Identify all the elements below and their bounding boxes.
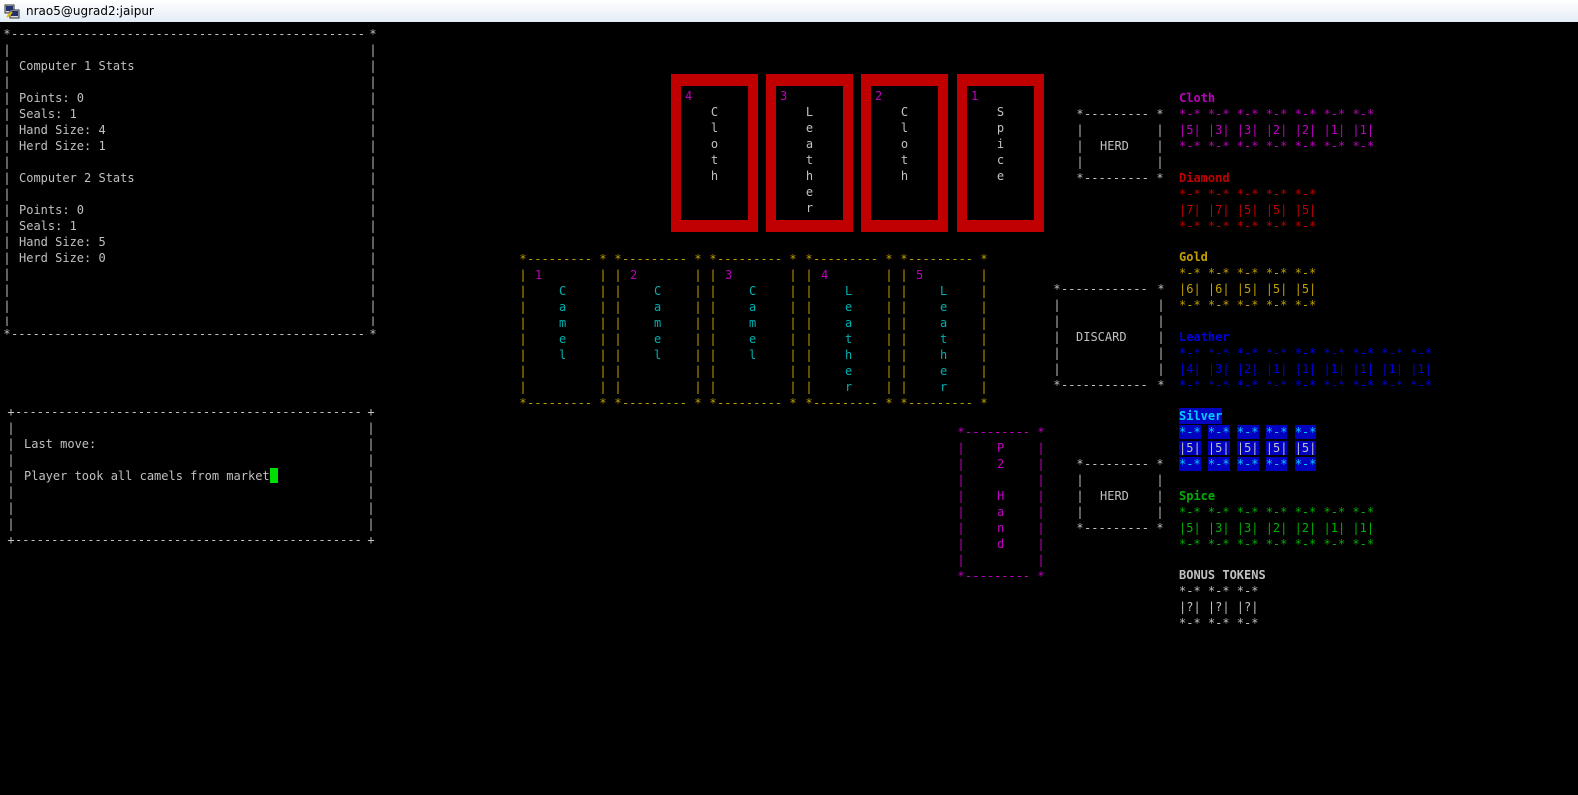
bonus-tokens-values: |?| |?| |?| [1179,600,1259,614]
discard-label: DISCARD [1076,330,1127,344]
diamond-tokens-bottom: *-* *-* *-* *-* *-* [1179,219,1317,233]
silver-token: *-* [1207,425,1230,439]
bonus-tokens-label: BONUS TOKENS [1179,568,1266,582]
market-card-number: 4 [685,89,693,103]
hand-card-good: L e a t h e r [845,284,853,394]
last-move-message: Player took all camels from market [24,469,270,483]
spice-tokens-bottom: *-* *-* *-* *-* *-* *-* *-* [1179,537,1375,551]
silver-token: |5| [1265,441,1288,455]
silver-token: *-* [1207,457,1230,471]
silver-tokens-row: *-* *-* *-* *-* *-* [1179,424,1317,440]
gold-tokens-top: *-* *-* *-* *-* *-* [1179,266,1317,280]
hand-card-number: 5 [916,268,924,282]
market-card-good: L e a t h e r [805,105,814,215]
diamond-tokens-label: Diamond [1179,171,1230,185]
silver-token: *-* [1179,425,1201,439]
silver-tokens-row: *-* *-* *-* *-* *-* [1179,456,1317,472]
last-move-text: Player took all camels from market [24,468,278,484]
hand-card-number: 4 [821,268,829,282]
leather-tokens-values: |4| |3| |2| |1| |1| |1| |1| |1| |1| [1179,362,1432,376]
market-card[interactable]: 1 S p i c e [957,74,1044,232]
market-card-good: C l o t h [710,105,719,183]
c1-hand-size: Hand Size: 4 [19,123,106,137]
hand-card-good: L e a t h e r [940,284,948,394]
hand-card-good: C a m e l [749,284,757,362]
market-card[interactable]: 3 L e a t h e r [766,74,853,232]
bonus-tokens-bottom: *-* *-* *-* [1179,616,1259,630]
silver-tokens-stack: *-* *-* *-* *-* *-* |5| |5| |5| |5| |5| *-… [1179,424,1317,472]
market-card-good: S p i c e [996,105,1005,183]
cloth-tokens-bottom: *-* *-* *-* *-* *-* *-* *-* [1179,139,1375,153]
c1-herd-size: Herd Size: 1 [19,139,106,153]
herd-top-label: HERD [1100,139,1129,153]
hand-card-number: 1 [535,268,543,282]
c2-stats-header: Computer 2 Stats [19,171,135,185]
market-card-number: 1 [971,89,979,103]
c1-stats-header: Computer 1 Stats [19,59,135,73]
p2-hand-label: P 2 H a n d [997,441,1005,551]
c2-seals: Seals: 1 [19,219,77,233]
spice-tokens-values: |5| |3| |3| |2| |2| |1| |1| [1179,521,1375,535]
hand-card-good: C a m e l [559,284,567,362]
c2-hand-size: Hand Size: 5 [19,235,106,249]
putty-icon [4,4,20,19]
leather-tokens-top: *-* *-* *-* *-* *-* *-* *-* *-* *-* [1179,346,1432,360]
silver-token: *-* [1265,457,1288,471]
gold-tokens-label: Gold [1179,250,1208,264]
gold-tokens-bottom: *-* *-* *-* *-* *-* [1179,298,1317,312]
silver-token: |5| [1179,441,1201,455]
market-card[interactable]: 4 C l o t h [671,74,758,232]
market-card[interactable]: 2 C l o t h [861,74,948,232]
silver-token: *-* [1294,425,1317,439]
hand-card-good: C a m e l [654,284,662,362]
gold-tokens-values: |6| |6| |5| |5| |5| [1179,282,1317,296]
c1-seals: Seals: 1 [19,107,77,121]
silver-tokens-label: Silver [1179,408,1223,424]
c2-herd-size: Herd Size: 0 [19,251,106,265]
bonus-tokens-top: *-* *-* *-* [1179,584,1259,598]
silver-token: |5| [1236,441,1259,455]
leather-tokens-label: Leather [1179,330,1230,344]
silver-token: *-* [1294,457,1317,471]
leather-tokens-bottom: *-* *-* *-* *-* *-* *-* *-* *-* *-* [1179,378,1432,392]
cloth-tokens-values: |5| |3| |3| |2| |2| |1| |1| [1179,123,1375,137]
silver-token: |5| [1207,441,1230,455]
window-titlebar: nrao5@ugrad2:jaipur [0,0,1578,23]
silver-token: *-* [1265,425,1288,439]
last-move-label: Last move: [24,437,97,451]
c1-points: Points: 0 [19,91,85,105]
c2-points: Points: 0 [19,203,85,217]
market-card-number: 2 [875,89,883,103]
window-title: nrao5@ugrad2:jaipur [26,4,154,18]
hand-card-number: 2 [630,268,638,282]
silver-tokens-row: |5| |5| |5| |5| |5| [1179,440,1317,456]
cloth-tokens-label: Cloth [1179,91,1216,105]
terminal-cursor [269,468,278,483]
market-card-good: C l o t h [900,105,909,183]
diamond-tokens-values: |7| |7| |5| |5| |5| [1179,203,1317,217]
silver-token: *-* [1236,425,1259,439]
silver-token: *-* [1179,457,1201,471]
spice-tokens-label: Spice [1179,489,1216,503]
market-card-number: 3 [780,89,788,103]
hand-card-number: 3 [725,268,733,282]
cloth-tokens-top: *-* *-* *-* *-* *-* *-* *-* [1179,107,1375,121]
spice-tokens-top: *-* *-* *-* *-* *-* *-* *-* [1179,505,1375,519]
silver-token: |5| [1294,441,1317,455]
herd-bottom-label: HERD [1100,489,1129,503]
terminal-area[interactable]: * --------------------------------------… [0,22,1578,795]
diamond-tokens-top: *-* *-* *-* *-* *-* [1179,187,1317,201]
silver-token: *-* [1236,457,1259,471]
